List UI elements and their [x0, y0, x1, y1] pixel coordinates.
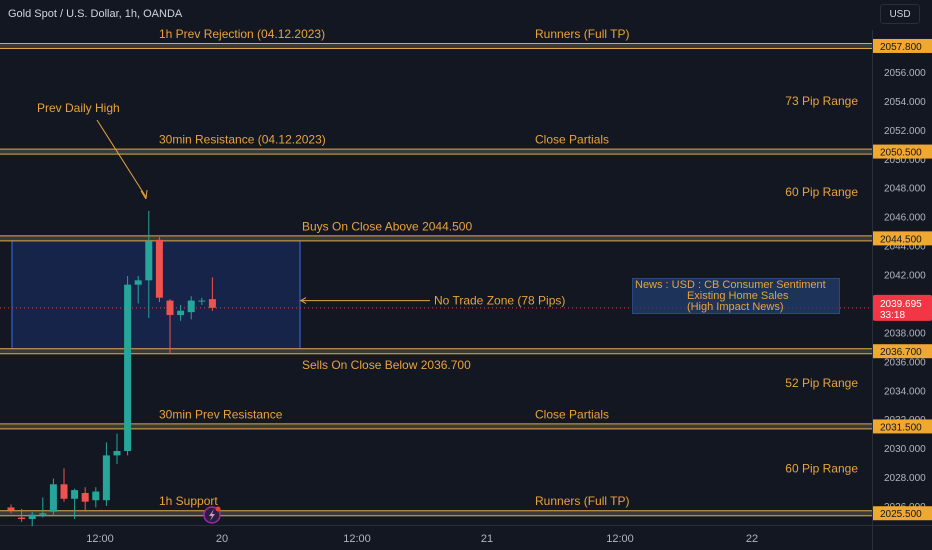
- candle-body: [198, 300, 206, 302]
- level-condition-label: Sells On Close Below 2036.700: [302, 358, 471, 372]
- candle-body: [18, 517, 26, 520]
- x-tick-label: 21: [481, 533, 493, 545]
- candle-body: [177, 310, 185, 316]
- pip-range-label: 52 Pip Range: [785, 376, 858, 390]
- event-dot-icon: [215, 506, 221, 512]
- level-price-tag-text: 2025.500: [880, 509, 922, 520]
- x-tick-label: 12:00: [343, 533, 371, 545]
- level-target-label: Runners (Full TP): [535, 494, 629, 508]
- chart-window: 1h Prev Rejection (04.12.2023) Runners (F…: [0, 0, 932, 550]
- candle-body: [71, 490, 79, 499]
- candle-body: [145, 241, 153, 281]
- level-price-tag-text: 2036.700: [880, 347, 922, 358]
- level-label: 1h Prev Rejection (04.12.2023): [159, 27, 325, 41]
- candle-body: [39, 513, 47, 515]
- candle-body: [92, 491, 100, 501]
- level-price-tag-text: 2044.500: [880, 234, 922, 245]
- level-price-tag-text: 2050.500: [880, 148, 922, 159]
- pip-range-label: 60 Pip Range: [785, 461, 858, 475]
- y-tick-label: 2054.000: [884, 97, 926, 108]
- candle-body: [28, 514, 36, 520]
- price-chart[interactable]: 1h Prev Rejection (04.12.2023) Runners (F…: [0, 0, 932, 550]
- candle-body: [155, 239, 163, 298]
- y-tick-label: 2036.000: [884, 357, 926, 368]
- candle-body: [166, 300, 174, 316]
- news-note: News : USD : CB Consumer Sentiment Exist…: [632, 278, 840, 314]
- current-price-value: 2039.695: [880, 299, 922, 310]
- symbol-title: Gold Spot / U.S. Dollar, 1h, OANDA: [8, 8, 183, 20]
- no-trade-zone-label: No Trade Zone (78 Pips): [434, 294, 565, 308]
- y-tick-label: 2038.000: [884, 328, 926, 339]
- y-tick-label: 2030.000: [884, 444, 926, 455]
- currency-selector[interactable]: USD: [880, 4, 920, 24]
- y-tick-label: 2034.000: [884, 386, 926, 397]
- x-tick-label: 12:00: [86, 533, 114, 545]
- y-tick-label: 2042.000: [884, 271, 926, 282]
- prev-daily-high-arrow: [96, 119, 147, 198]
- candle-body: [113, 451, 121, 456]
- pip-range-label: 60 Pip Range: [785, 185, 858, 199]
- y-tick-label: 2052.000: [884, 126, 926, 137]
- level-condition-label: Buys On Close Above 2044.500: [302, 219, 472, 233]
- x-tick-label: 20: [216, 533, 228, 545]
- candle-countdown: 33:18: [880, 310, 905, 321]
- prev-daily-high-label: Prev Daily High: [37, 101, 120, 115]
- candle-body: [7, 507, 15, 511]
- candle-body: [102, 455, 110, 501]
- level-target-label: Runners (Full TP): [535, 27, 629, 41]
- level-label: 30min Prev Resistance: [159, 407, 283, 421]
- x-tick-label: 22: [746, 533, 758, 545]
- x-tick-label: 12:00: [606, 533, 634, 545]
- y-tick-label: 2048.000: [884, 184, 926, 195]
- level-target-label: Close Partials: [535, 407, 609, 421]
- y-tick-label: 2028.000: [884, 473, 926, 484]
- y-tick-label: 2056.000: [884, 68, 926, 79]
- level-label: 1h Support: [159, 494, 218, 508]
- candle-body: [134, 280, 142, 285]
- candle-body: [49, 484, 57, 512]
- pip-range-label: 73 Pip Range: [785, 94, 858, 108]
- candle-body: [208, 299, 216, 308]
- level-price-tag-text: 2031.500: [880, 422, 922, 433]
- candle-body: [187, 300, 195, 313]
- candle-body: [60, 484, 68, 499]
- level-label: 30min Resistance (04.12.2023): [159, 133, 326, 147]
- y-tick-label: 2046.000: [884, 213, 926, 224]
- level-price-tag-text: 2057.800: [880, 42, 922, 53]
- candle-body: [124, 284, 132, 452]
- candle-body: [81, 492, 89, 502]
- level-target-label: Close Partials: [535, 133, 609, 147]
